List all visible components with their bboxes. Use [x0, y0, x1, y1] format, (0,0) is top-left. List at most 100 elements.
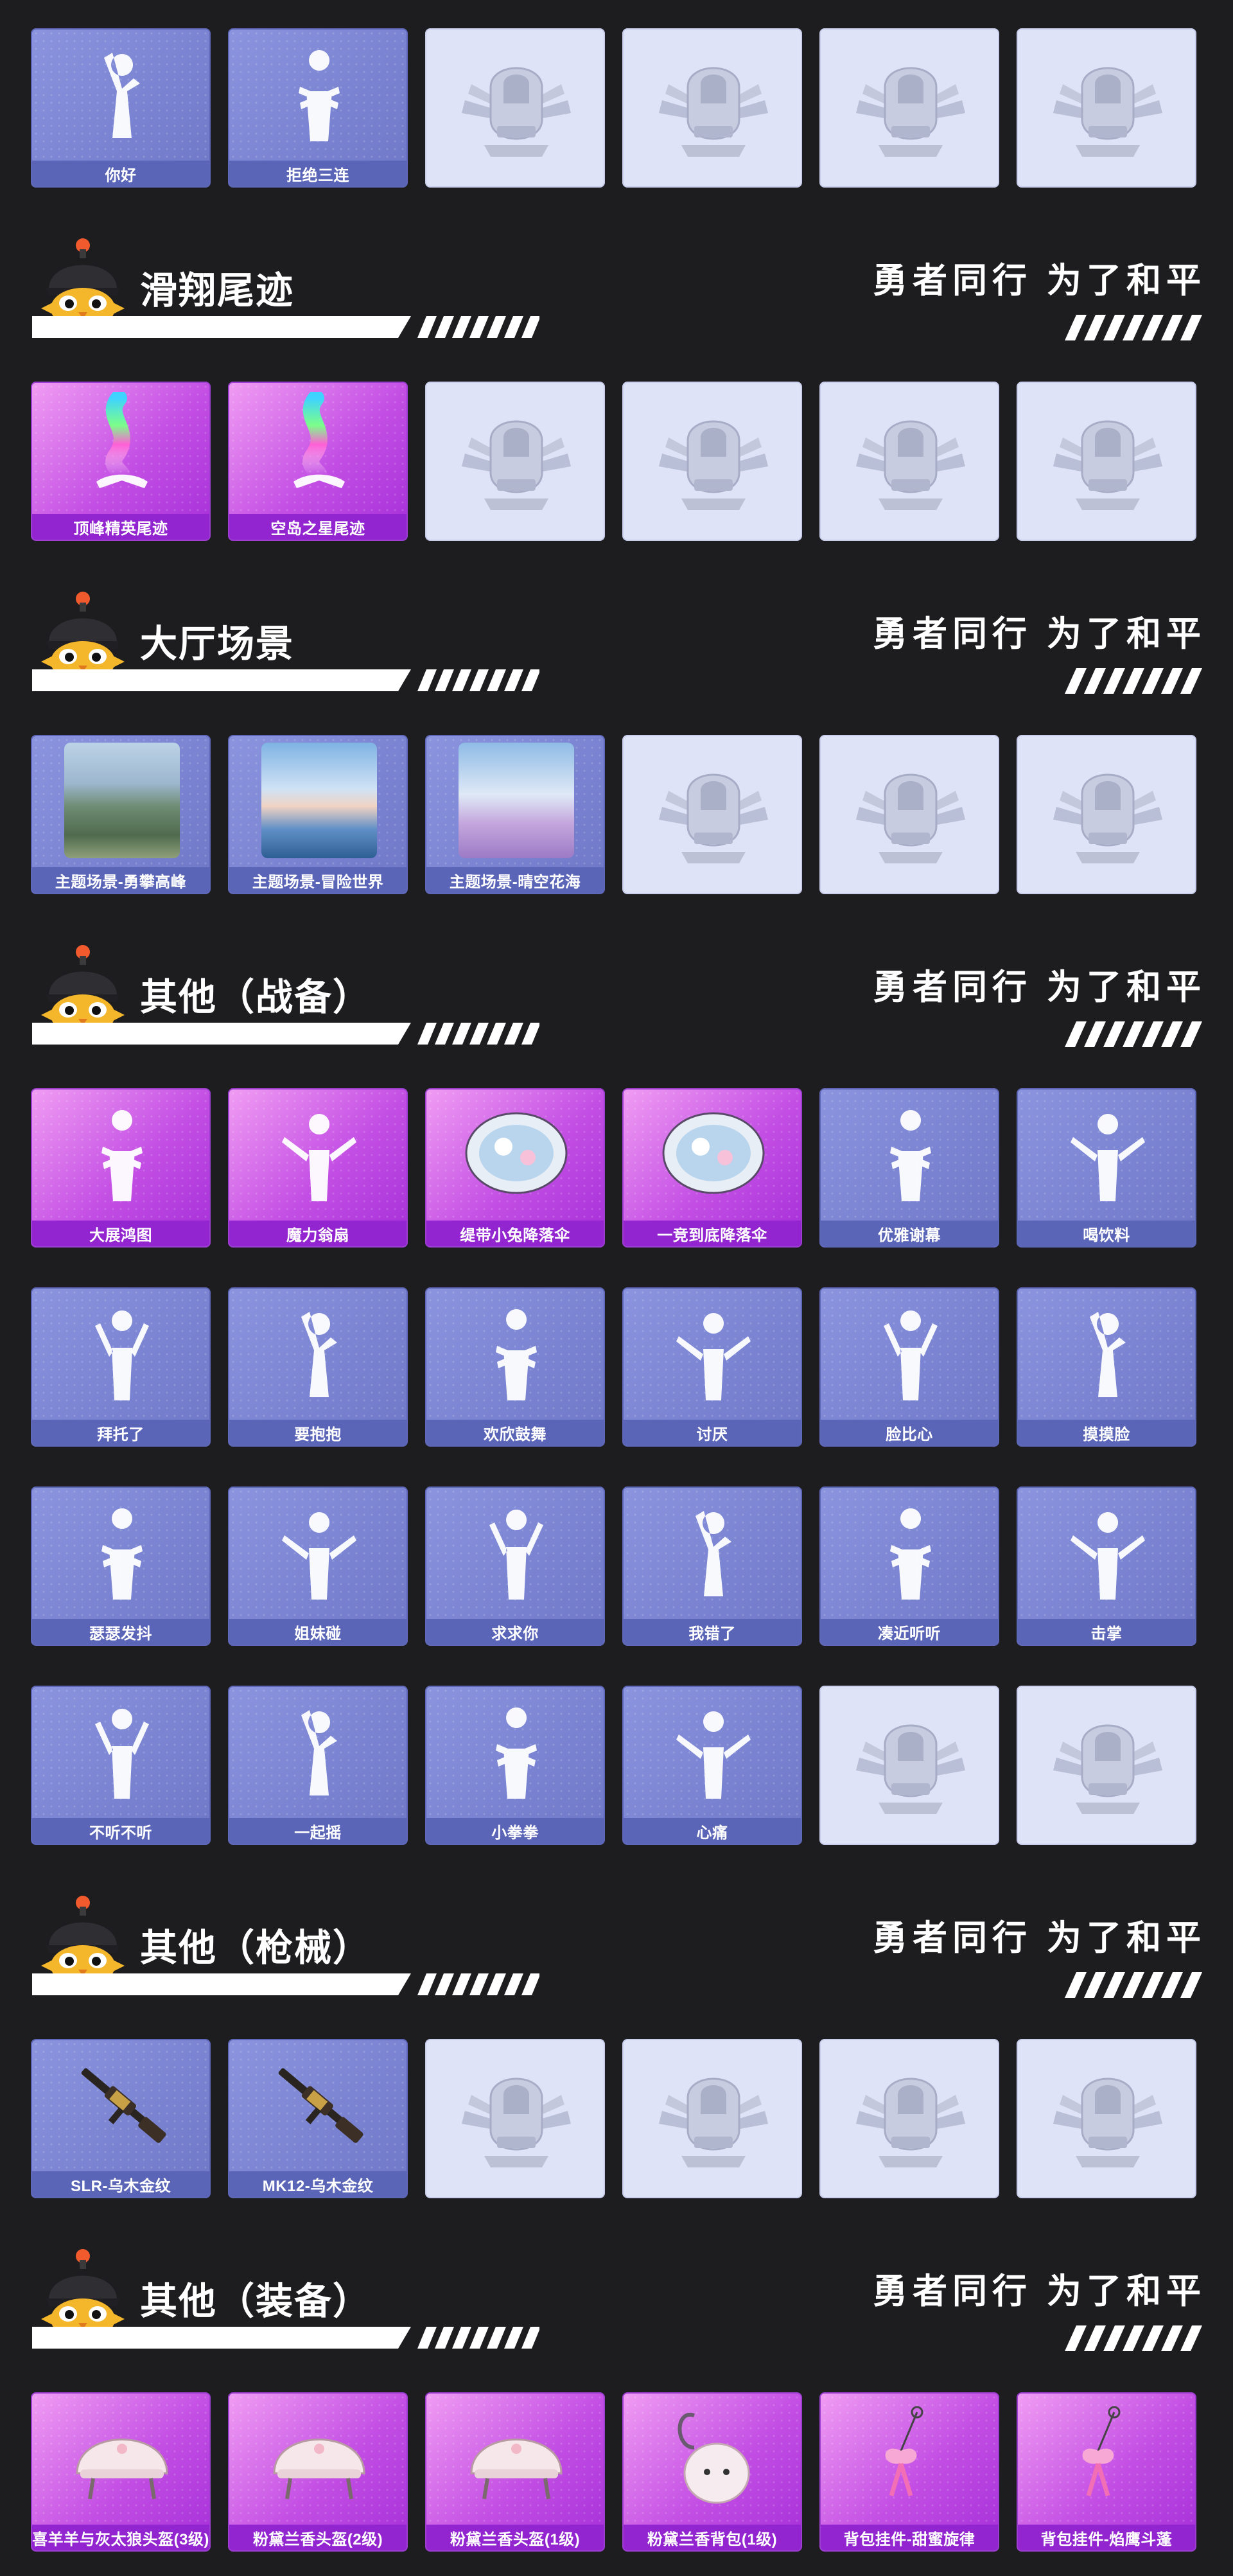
- emote-icon: [282, 1512, 356, 1600]
- item-label: 优雅谢幕: [821, 1221, 998, 1246]
- item-label: 我错了: [624, 1619, 801, 1645]
- item-card[interactable]: 魔力翁扇: [228, 1088, 408, 1248]
- item-card[interactable]: 小拳拳: [425, 1686, 605, 1845]
- item-label: 你好: [32, 161, 209, 186]
- item-label: 要抱抱: [229, 1420, 407, 1445]
- emote-icon: [676, 1711, 751, 1799]
- section-header: 其他（枪械） 勇者同行 为了和平: [0, 1895, 1233, 1998]
- section-title-underline: [32, 1973, 539, 1995]
- item-card[interactable]: 姐妹碰: [228, 1486, 408, 1646]
- item-card[interactable]: 顶峰精英尾迹: [31, 382, 211, 541]
- helmet-icon: [470, 2439, 563, 2500]
- item-label: 空岛之星尾迹: [229, 514, 407, 540]
- item-card[interactable]: 我错了: [622, 1486, 802, 1646]
- item-label: 主题场景-勇攀高峰: [32, 867, 209, 893]
- slogan-stripes: [1065, 1021, 1202, 1047]
- helmet-emblem-icon: [1053, 1724, 1162, 1814]
- item-label: 缇带小兔降落伞: [426, 1221, 604, 1246]
- wave-emote-icon: [104, 53, 140, 138]
- slogan-text: 勇者同行 为了和平: [872, 2272, 1206, 2311]
- slogan-stripes: [1065, 668, 1202, 694]
- empty-item-slot: [622, 2039, 802, 2198]
- item-card[interactable]: 缇带小兔降落伞: [425, 1088, 605, 1248]
- item-label: 一竞到底降落伞: [624, 1221, 801, 1246]
- item-card[interactable]: 欢欣鼓舞: [425, 1287, 605, 1447]
- item-card[interactable]: 求求你: [425, 1486, 605, 1646]
- item-card[interactable]: 主题场景-晴空花海: [425, 735, 605, 894]
- section-title: 其他（装备）: [140, 2280, 372, 2322]
- item-card[interactable]: 你好: [31, 28, 211, 188]
- emote-icon: [676, 1313, 751, 1400]
- helmet-emblem-icon: [1053, 773, 1162, 863]
- item-card[interactable]: 一起摇: [228, 1686, 408, 1845]
- mountain-scene-icon: [64, 743, 180, 858]
- emote-icon: [884, 1310, 938, 1400]
- item-card[interactable]: 背包挂件-甜蜜旋律: [819, 2392, 999, 2552]
- item-card[interactable]: 喜羊羊与灰太狼头盔(3级): [31, 2392, 211, 2552]
- slogan-text: 勇者同行 为了和平: [872, 968, 1206, 1007]
- item-label: 喝饮料: [1018, 1221, 1195, 1246]
- item-label: 顶峰精英尾迹: [32, 514, 209, 540]
- item-label: 拜托了: [32, 1420, 209, 1445]
- item-card[interactable]: 拒绝三连: [228, 28, 408, 188]
- emote-icon: [496, 1707, 537, 1799]
- item-card[interactable]: 瑟瑟发抖: [31, 1486, 211, 1646]
- item-card[interactable]: 粉黛兰香头盔(1级): [425, 2392, 605, 2552]
- item-label: 拒绝三连: [229, 161, 407, 186]
- helmet-emblem-icon: [1053, 420, 1162, 510]
- helmet-emblem-icon: [659, 67, 768, 157]
- helmet-emblem-icon: [856, 1724, 965, 1814]
- emote-icon: [695, 1511, 731, 1596]
- item-card[interactable]: 脸比心: [819, 1287, 999, 1447]
- emote-icon: [1090, 1312, 1126, 1397]
- item-card[interactable]: 凑近听听: [819, 1486, 999, 1646]
- helmet-emblem-icon: [462, 67, 571, 157]
- slogan-text: 勇者同行 为了和平: [872, 261, 1206, 300]
- item-card[interactable]: 不听不听: [31, 1686, 211, 1845]
- item-label: 粉黛兰香头盔(2级): [229, 2525, 407, 2550]
- empty-item-slot: [1017, 1686, 1196, 1845]
- item-label: 击掌: [1018, 1619, 1195, 1645]
- item-label: SLR-乌木金纹: [32, 2171, 209, 2197]
- emote-icon: [95, 1709, 149, 1799]
- emote-icon: [101, 1508, 143, 1600]
- emote-icon: [95, 1310, 149, 1400]
- section-title-underline: [32, 1023, 539, 1045]
- item-card[interactable]: 摸摸脸: [1017, 1287, 1196, 1447]
- item-card[interactable]: 讨厌: [622, 1287, 802, 1447]
- item-card[interactable]: 空岛之星尾迹: [228, 382, 408, 541]
- ocean-scene-icon: [261, 743, 377, 858]
- item-card[interactable]: 粉黛兰香背包(1级): [622, 2392, 802, 2552]
- item-label: 心痛: [624, 1818, 801, 1844]
- item-card[interactable]: 拜托了: [31, 1287, 211, 1447]
- helmet-icon: [76, 2439, 168, 2500]
- item-card[interactable]: 要抱抱: [228, 1287, 408, 1447]
- crossed-arms-emote-icon: [299, 50, 340, 141]
- item-label: 粉黛兰香背包(1级): [624, 2525, 801, 2550]
- item-card[interactable]: 主题场景-勇攀高峰: [31, 735, 211, 894]
- item-label: 粉黛兰香头盔(1级): [426, 2525, 604, 2550]
- helmet-emblem-icon: [659, 420, 768, 510]
- charm-icon: [1082, 2406, 1121, 2497]
- item-card[interactable]: 心痛: [622, 1686, 802, 1845]
- item-card[interactable]: 粉黛兰香头盔(2级): [228, 2392, 408, 2552]
- emote-icon: [1071, 1114, 1145, 1201]
- item-card[interactable]: 主题场景-冒险世界: [228, 735, 408, 894]
- section-title-underline: [32, 669, 539, 691]
- item-card[interactable]: 大展鸿图: [31, 1088, 211, 1248]
- slogan-stripes: [1065, 2325, 1202, 2351]
- helmet-emblem-icon: [462, 2078, 571, 2167]
- item-card[interactable]: 喝饮料: [1017, 1088, 1196, 1248]
- item-card[interactable]: 一竞到底降落伞: [622, 1088, 802, 1248]
- empty-item-slot: [1017, 735, 1196, 894]
- empty-item-slot: [1017, 382, 1196, 541]
- item-card[interactable]: 击掌: [1017, 1486, 1196, 1646]
- section-title: 其他（枪械）: [140, 1927, 372, 1969]
- item-card[interactable]: 优雅谢幕: [819, 1088, 999, 1248]
- glide-trail-icon: [293, 392, 345, 488]
- helmet-emblem-icon: [856, 773, 965, 863]
- item-card[interactable]: 背包挂件-焰鹰斗蓬: [1017, 2392, 1196, 2552]
- item-card[interactable]: MK12-乌木金纹: [228, 2039, 408, 2198]
- item-card[interactable]: SLR-乌木金纹: [31, 2039, 211, 2198]
- bow-emote-icon: [890, 1110, 931, 1201]
